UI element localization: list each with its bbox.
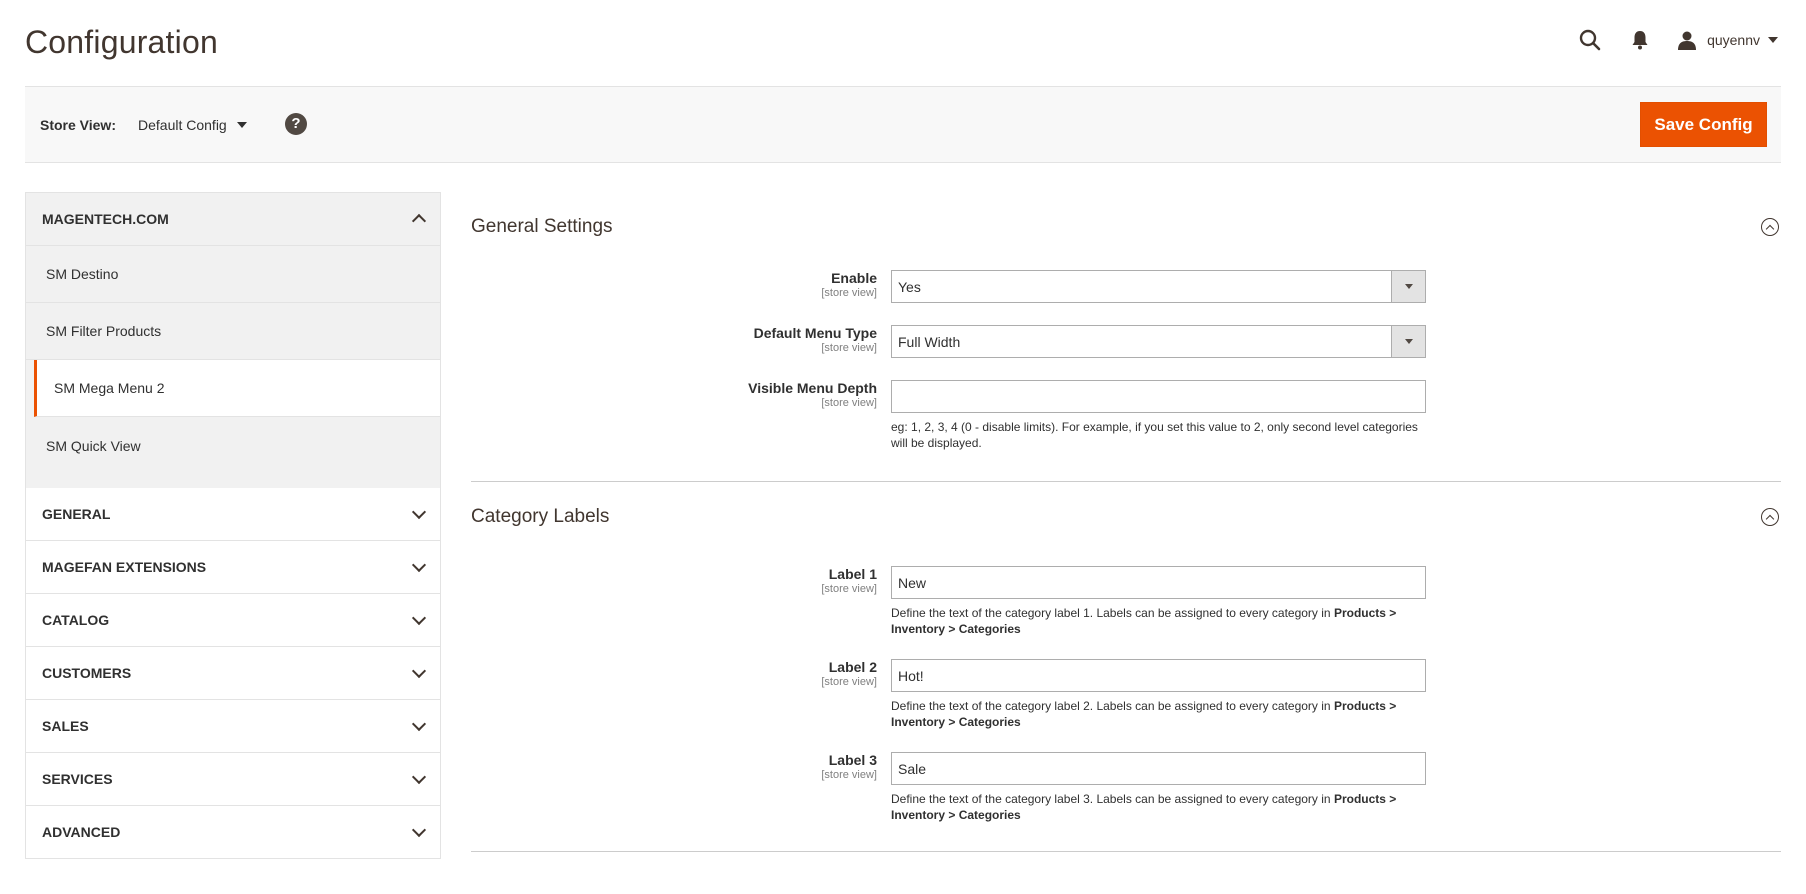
help-icon[interactable]: ? bbox=[285, 113, 307, 135]
user-name: quyennv bbox=[1707, 32, 1760, 48]
store-view-bar: Store View: Default Config ? Save Config bbox=[25, 86, 1781, 163]
sidebar-item-sm-destino[interactable]: SM Destino bbox=[26, 246, 440, 303]
field-scope: [store view] bbox=[821, 769, 877, 781]
section-title: General Settings bbox=[471, 216, 613, 237]
store-view-label: Store View: bbox=[40, 117, 116, 133]
label-2-input[interactable] bbox=[891, 659, 1426, 692]
save-config-button[interactable]: Save Config bbox=[1640, 102, 1767, 147]
field-label: Visible Menu Depth bbox=[748, 380, 877, 396]
user-icon bbox=[1677, 29, 1699, 51]
sidebar-section-label: SERVICES bbox=[42, 771, 113, 787]
chevron-down-icon bbox=[411, 716, 427, 732]
select-value: Full Width bbox=[898, 333, 961, 350]
field-scope: [store view] bbox=[821, 583, 877, 595]
sidebar-item-sm-mega-menu-2[interactable]: SM Mega Menu 2 bbox=[34, 360, 440, 417]
chevron-down-icon bbox=[236, 122, 247, 128]
sidebar-section-label: ADVANCED bbox=[42, 824, 121, 840]
field-note: eg: 1, 2, 3, 4 (0 - disable limits). For… bbox=[891, 420, 1418, 450]
field-scope: [store view] bbox=[821, 397, 877, 409]
section-general-settings: General Settings Enable [store view] Yes… bbox=[471, 192, 1781, 482]
section-general-settings-header[interactable]: General Settings bbox=[471, 192, 1781, 262]
chevron-down-icon bbox=[1391, 271, 1425, 302]
field-scope: [store view] bbox=[821, 676, 877, 688]
page-title: Configuration bbox=[25, 24, 218, 60]
field-row-label-1: Label 1 [store view] Define the text of … bbox=[471, 566, 1781, 637]
field-row-enable: Enable [store view] Yes bbox=[471, 270, 1781, 303]
store-view-value: Default Config bbox=[138, 117, 227, 133]
sidebar-section-advanced[interactable]: ADVANCED bbox=[25, 806, 441, 859]
header-actions: quyennv bbox=[1573, 20, 1778, 60]
sidebar-section-catalog[interactable]: CATALOG bbox=[25, 594, 441, 647]
chevron-down-icon bbox=[411, 769, 427, 785]
sidebar-item-sm-quick-view[interactable]: SM Quick View bbox=[26, 417, 440, 474]
sidebar-section-sales[interactable]: SALES bbox=[25, 700, 441, 753]
store-view-switcher[interactable]: Default Config bbox=[138, 117, 247, 133]
field-row-menu-type: Default Menu Type [store view] Full Widt… bbox=[471, 325, 1781, 358]
collapse-icon[interactable] bbox=[1761, 218, 1779, 236]
sidebar-section-label: CATALOG bbox=[42, 612, 110, 628]
search-icon[interactable] bbox=[1573, 23, 1607, 57]
sidebar-section-label: GENERAL bbox=[42, 506, 111, 522]
sidebar-group-items: SM Destino SM Filter Products SM Mega Me… bbox=[25, 246, 441, 488]
sidebar-section-label: SALES bbox=[42, 718, 89, 734]
chevron-up-icon bbox=[411, 213, 427, 229]
field-note: Define the text of the category label 1.… bbox=[891, 606, 1397, 636]
sidebar-section-label: CUSTOMERS bbox=[42, 665, 132, 681]
sidebar-section-services[interactable]: SERVICES bbox=[25, 753, 441, 806]
chevron-down-icon bbox=[411, 822, 427, 838]
field-label: Label 1 bbox=[828, 566, 877, 582]
chevron-down-icon bbox=[411, 610, 427, 626]
field-note: Define the text of the category label 3.… bbox=[891, 792, 1397, 822]
field-label: Enable bbox=[831, 270, 877, 286]
sidebar-group-title: MAGENTECH.COM bbox=[42, 211, 169, 227]
label-1-input[interactable] bbox=[891, 566, 1426, 599]
label-3-input[interactable] bbox=[891, 752, 1426, 785]
chevron-down-icon bbox=[1391, 326, 1425, 357]
enable-select[interactable]: Yes bbox=[891, 270, 1426, 303]
field-row-label-2: Label 2 [store view] Define the text of … bbox=[471, 659, 1781, 730]
sidebar-section-label: MAGEFAN EXTENSIONS bbox=[42, 559, 207, 575]
section-title: Category Labels bbox=[471, 506, 610, 527]
sidebar-group-magentech[interactable]: MAGENTECH.COM bbox=[25, 192, 441, 246]
config-sidebar: MAGENTECH.COM SM Destino SM Filter Produ… bbox=[25, 192, 441, 859]
field-scope: [store view] bbox=[821, 287, 877, 299]
menu-depth-input[interactable] bbox=[891, 380, 1426, 413]
field-label: Default Menu Type bbox=[753, 325, 877, 341]
user-menu[interactable]: quyennv bbox=[1677, 29, 1778, 51]
chevron-down-icon bbox=[411, 504, 427, 520]
collapse-icon[interactable] bbox=[1761, 508, 1779, 526]
field-note: Define the text of the category label 2.… bbox=[891, 699, 1397, 729]
field-scope: [store view] bbox=[821, 342, 877, 354]
field-row-menu-depth: Visible Menu Depth [store view] eg: 1, 2… bbox=[471, 380, 1781, 451]
section-category-labels: Category Labels Label 1 [store view] Def… bbox=[471, 482, 1781, 852]
select-value: Yes bbox=[898, 278, 921, 295]
chevron-down-icon bbox=[411, 557, 427, 573]
bell-icon[interactable] bbox=[1623, 23, 1657, 57]
section-category-labels-header[interactable]: Category Labels bbox=[471, 482, 1781, 552]
field-label: Label 3 bbox=[828, 752, 877, 768]
sidebar-item-sm-filter-products[interactable]: SM Filter Products bbox=[26, 303, 440, 360]
chevron-down-icon bbox=[1768, 37, 1778, 43]
menu-type-select[interactable]: Full Width bbox=[891, 325, 1426, 358]
chevron-down-icon bbox=[411, 663, 427, 679]
config-main: General Settings Enable [store view] Yes… bbox=[471, 192, 1781, 852]
field-label: Label 2 bbox=[828, 659, 877, 675]
sidebar-section-customers[interactable]: CUSTOMERS bbox=[25, 647, 441, 700]
sidebar-section-magefan-extensions[interactable]: MAGEFAN EXTENSIONS bbox=[25, 541, 441, 594]
field-row-label-3: Label 3 [store view] Define the text of … bbox=[471, 752, 1781, 823]
sidebar-section-general[interactable]: GENERAL bbox=[25, 488, 441, 541]
